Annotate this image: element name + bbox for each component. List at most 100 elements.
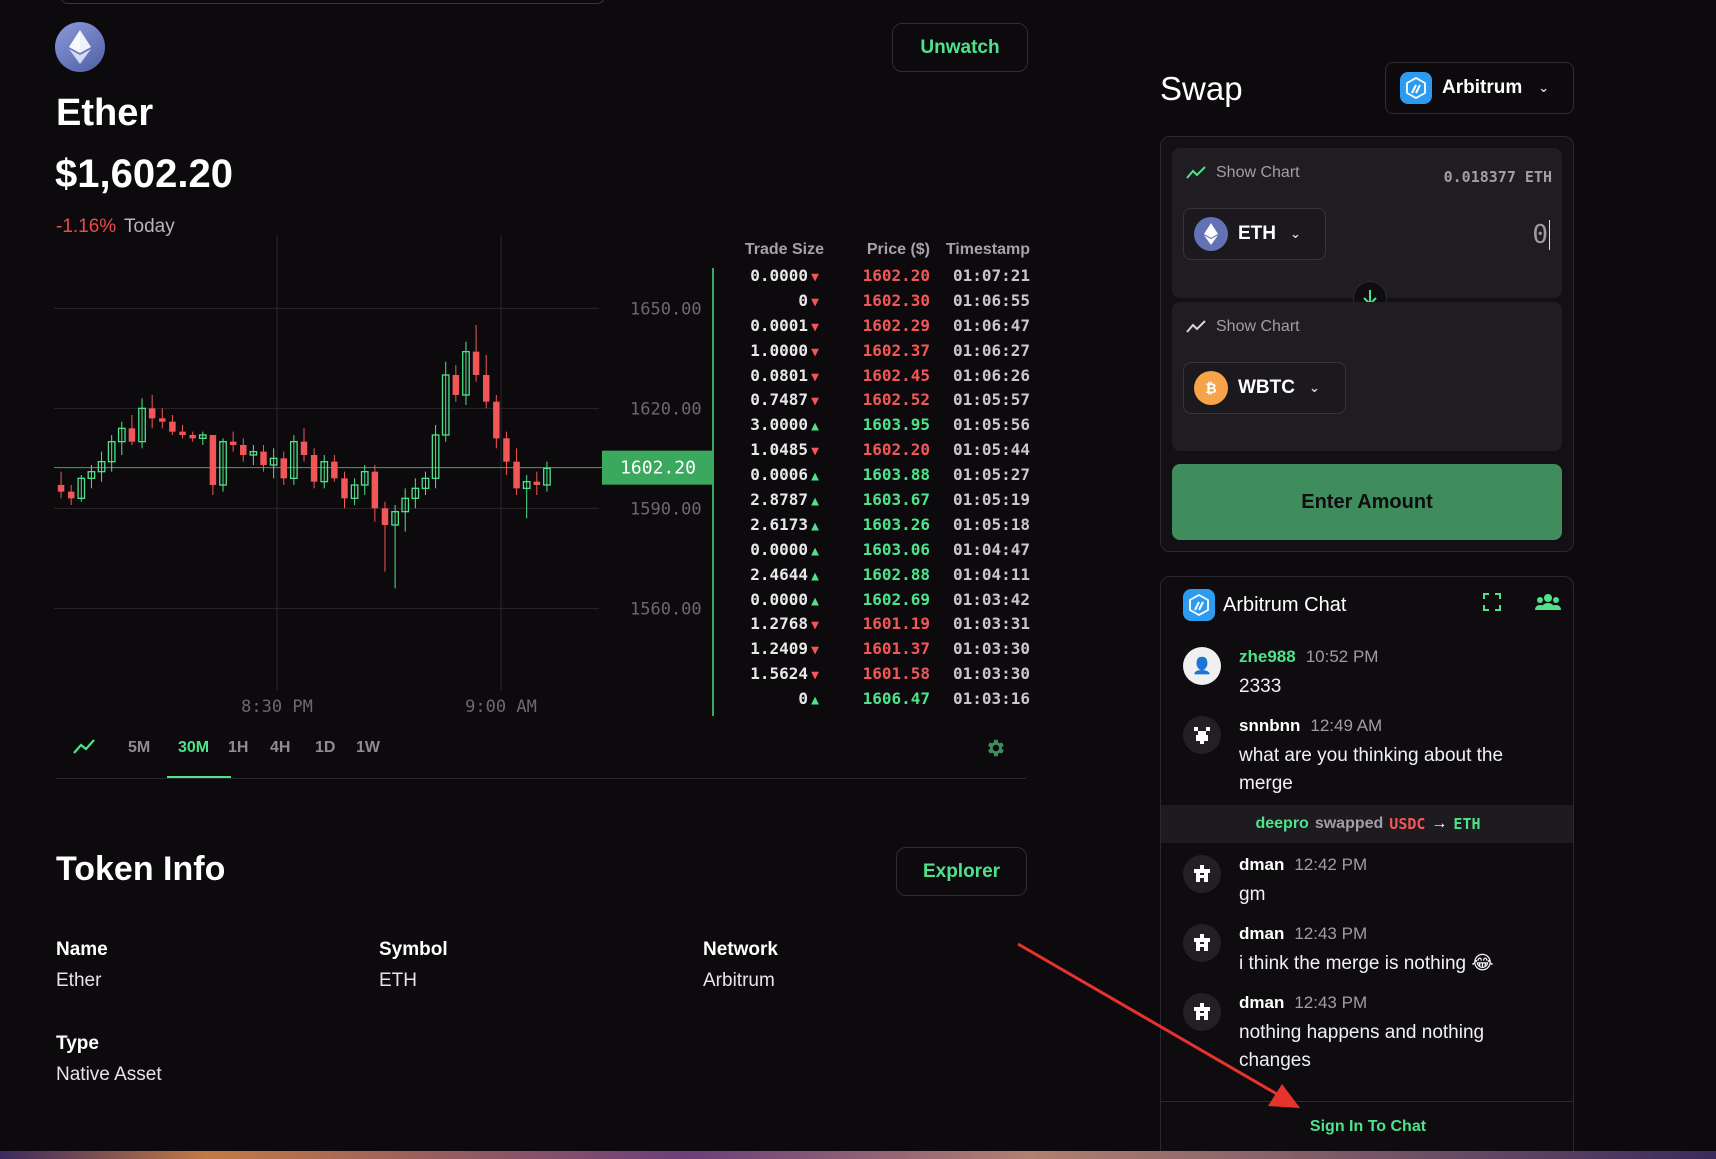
trade-size: 1.5624 [750, 664, 808, 684]
trade-price: 1601.19 [862, 614, 930, 634]
trade-size: 0.7487 [750, 390, 808, 410]
trade-timestamp: 01:03:30 [952, 664, 1030, 684]
double-chevron-up-icon: ▲ [811, 693, 819, 709]
to-token-label: WBTC [1238, 377, 1295, 398]
network-selector[interactable]: Arbitrum ⌄ [1385, 62, 1574, 114]
tab-30m[interactable]: 30M [178, 739, 209, 757]
wbtc-token-icon: ₿ [1194, 371, 1228, 405]
settings-gear-icon[interactable] [984, 737, 1006, 764]
arbitrum-logo-icon [1400, 72, 1432, 104]
unwatch-button[interactable]: Unwatch [892, 23, 1028, 72]
tab-1d[interactable]: 1D [315, 739, 335, 757]
show-chart-from[interactable]: Show Chart [1186, 164, 1300, 182]
candle-body [148, 408, 156, 419]
candle-body [240, 445, 247, 455]
tab-1w[interactable]: 1W [356, 739, 380, 757]
chat-username[interactable]: zhe988 10:52 PM [1239, 647, 1378, 667]
token-info-title: Token Info [56, 850, 226, 888]
trade-price: 1606.47 [862, 689, 930, 709]
trade-row: 0.0001 ▼ 1602.29 01:06:47 [700, 313, 1030, 338]
double-chevron-down-icon: ▼ [811, 668, 819, 684]
from-amount-input[interactable]: 0 [1532, 220, 1550, 250]
trade-row: 0.0000 ▲ 1602.69 01:03:42 [700, 587, 1030, 612]
username-text: dman [1239, 993, 1285, 1012]
to-token-selector[interactable]: ₿ WBTC ⌄ [1183, 362, 1346, 414]
fullscreen-icon[interactable] [1483, 593, 1501, 616]
candle-body [493, 401, 500, 439]
double-chevron-down-icon: ▼ [811, 444, 819, 460]
trade-size: 2.8787 [750, 489, 808, 509]
trade-row: 1.2409 ▼ 1601.37 01:03:30 [700, 636, 1030, 661]
trade-row: 0 ▼ 1602.30 01:06:55 [700, 288, 1030, 313]
name-label: Name [56, 939, 108, 960]
taskbar-wallpaper-strip [0, 1151, 1716, 1159]
users-icon[interactable] [1535, 593, 1561, 616]
swap-event-from: USDC [1389, 815, 1426, 833]
chat-username[interactable]: dman 12:43 PM [1239, 993, 1367, 1013]
candle-body [67, 491, 75, 499]
trade-timestamp: 01:07:21 [952, 265, 1030, 285]
trade-price: 1602.20 [862, 440, 930, 460]
chat-username[interactable]: snnbnn 12:49 AM [1239, 716, 1382, 736]
col-trade-size: Trade Size [744, 241, 824, 258]
network-value: Arbitrum [703, 970, 775, 991]
show-chart-label: Show Chart [1216, 318, 1300, 335]
trade-row: 3.0000 ▲ 1603.95 01:05:56 [700, 412, 1030, 437]
double-chevron-up-icon: ▲ [811, 593, 819, 609]
line-chart-icon[interactable] [72, 737, 96, 762]
col-timestamp: Timestamp [945, 241, 1030, 258]
trade-row: 1.5624 ▼ 1601.58 01:03:30 [700, 661, 1030, 686]
trade-timestamp: 01:05:57 [952, 390, 1030, 410]
trade-row: 2.4644 ▲ 1602.88 01:04:11 [700, 562, 1030, 587]
candle-body [452, 375, 460, 395]
enter-amount-button[interactable]: Enter Amount [1172, 464, 1562, 540]
trade-size: 1.0000 [750, 340, 808, 360]
trade-price: 1603.95 [862, 415, 930, 435]
candle-body [209, 435, 217, 485]
trade-size: 0 [798, 290, 808, 310]
trade-timestamp: 01:05:27 [952, 465, 1030, 485]
avatar[interactable] [1183, 855, 1221, 893]
double-chevron-down-icon: ▼ [811, 643, 819, 659]
trade-row: 0.0000 ▼ 1602.20 01:07:21 [700, 263, 1030, 288]
trade-row: 1.0000 ▼ 1602.37 01:06:27 [700, 338, 1030, 363]
chevron-down-icon: ⌄ [1308, 380, 1320, 395]
explorer-button[interactable]: Explorer [896, 847, 1027, 896]
double-chevron-up-icon: ▲ [811, 419, 819, 435]
y-tick-label: 1620.00 [630, 399, 702, 419]
trade-row: 0.0006 ▲ 1603.88 01:05:27 [700, 462, 1030, 487]
avatar[interactable] [1183, 924, 1221, 962]
message-text: nothing happens and nothing changes [1239, 1022, 1485, 1071]
trade-size: 1.2768 [750, 614, 808, 634]
avatar[interactable] [1183, 993, 1221, 1031]
chat-username[interactable]: dman 12:43 PM [1239, 924, 1367, 944]
candle-body [533, 481, 541, 485]
symbol-label: Symbol [379, 939, 448, 960]
candle-body [229, 441, 237, 445]
network-label: Network [703, 939, 778, 960]
chat-username[interactable]: dman 12:42 PM [1239, 855, 1367, 875]
message-text: what are you thinking about the merge [1239, 745, 1504, 794]
trades-table: Trade Size Price ($) Timestamp 0.0000 ▼ 16… [700, 241, 1030, 711]
from-token-selector[interactable]: ETH ⌄ [1183, 208, 1326, 260]
trade-price: 1602.30 [862, 290, 930, 310]
candle-body [300, 441, 308, 455]
swap-event-user[interactable]: deepro [1255, 815, 1308, 833]
trade-size: 0.0000 [750, 539, 808, 559]
candle-body [371, 471, 379, 509]
avatar[interactable] [1183, 716, 1221, 754]
trade-timestamp: 01:04:47 [952, 539, 1030, 559]
candle-body [189, 435, 196, 439]
trade-price: 1602.88 [862, 564, 930, 584]
from-token-label: ETH [1238, 223, 1276, 244]
ether-logo-icon [55, 22, 105, 72]
tab-4h[interactable]: 4H [270, 739, 290, 757]
show-chart-to[interactable]: Show Chart [1186, 318, 1300, 336]
tab-1h[interactable]: 1H [228, 739, 248, 757]
tab-5m[interactable]: 5M [128, 739, 150, 757]
candle-body [472, 351, 480, 375]
show-chart-label: Show Chart [1216, 164, 1300, 181]
price-chart[interactable]: 1650.00 1620.00 1590.00 1560.00 8:30 PM 9:00 … [54, 235, 714, 725]
balance-text[interactable]: 0.018377 ETH [1444, 168, 1552, 186]
avatar[interactable]: 👤 [1183, 647, 1221, 685]
